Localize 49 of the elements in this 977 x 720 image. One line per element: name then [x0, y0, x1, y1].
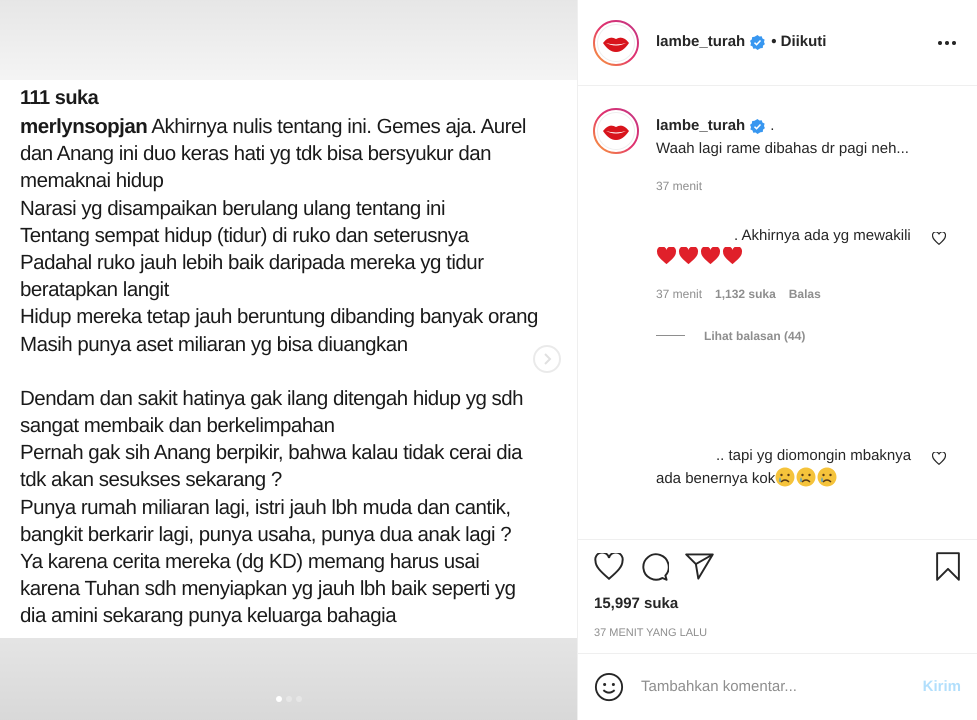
image-caption-line: merlynsopjan Akhirnya nulis tentang ini. Gemes aja. Aurel: [20, 114, 527, 140]
image-caption-line: karena Tuhan sdh menyiapkan yg jauh lbh baik seperti yg: [20, 576, 517, 602]
image-caption-line: Punya rumah miliaran lagi, istri jauh lbh muda dan cantik,: [20, 494, 512, 521]
more-options-icon[interactable]: [937, 40, 957, 46]
heart-emoji-icon: [656, 246, 677, 264]
caption-text: Waah lagi rame dibahas dr pagi neh...: [656, 138, 909, 158]
image-caption-line: beratapkan langit: [20, 277, 170, 304]
image-caption-line: memaknai hidup: [20, 168, 164, 194]
image-caption-line: Masih punya aset miliaran yg bisa diuangkan: [20, 332, 409, 358]
comment-icon[interactable]: [640, 552, 669, 581]
image-caption-line: Hidup mereka tetap jauh beruntung dibanding banyak orang: [20, 304, 539, 330]
image-caption-line: Pernah gak sih Anang berpikir, bahwa kalau tidak cerai dia: [20, 440, 524, 466]
like-comment-icon[interactable]: [932, 232, 946, 244]
crying-face-emoji-icon: [775, 466, 796, 486]
image-caption-line: dan Anang ini duo keras hati yg tdk bisa bersyukur dan: [20, 141, 492, 168]
like-count[interactable]: 15,997 suka: [594, 593, 961, 616]
send-icon[interactable]: [685, 553, 714, 580]
caption-suffix: .: [770, 116, 774, 136]
image-caption-line: Tentang sempat hidup (tidur) di ruko dan seterusnya: [20, 222, 470, 249]
heart-emoji-icon: [722, 246, 743, 264]
image-like-count: 111 suka: [20, 86, 100, 111]
comment-input[interactable]: Tambahkan komentar...: [641, 676, 923, 698]
image-caption-line: Dendam dan sakit hatinya gak ilang ditengah hidup yg sdh: [20, 386, 524, 412]
crying-face-emoji-icon: [817, 466, 838, 486]
caption-time: 37 menit: [656, 178, 704, 194]
post-timestamp: 37 MENIT YANG LALU: [594, 626, 708, 640]
heart-emoji-icon: [678, 246, 699, 264]
image-caption-line: Padahal ruko jauh lebih baik daripada mereka yg tidur: [20, 250, 485, 276]
emoji-icon[interactable]: [594, 672, 624, 702]
crying-face-emoji-icon: [796, 466, 816, 486]
comment-time: 37 menit: [656, 286, 702, 302]
avatar-icon[interactable]: [593, 108, 639, 154]
image-caption-line: tdk akan sesukses sekarang ?: [20, 467, 283, 494]
avatar-icon[interactable]: [593, 20, 639, 66]
bookmark-icon[interactable]: [935, 552, 961, 581]
header-username[interactable]: lambe_turah: [656, 31, 746, 54]
image-caption-line: dia amini sekarang punya keluarga bahagia: [20, 603, 398, 630]
like-icon[interactable]: [594, 553, 624, 580]
heart-emoji-icon: [700, 246, 721, 264]
follow-status[interactable]: • Diikuti: [771, 31, 826, 54]
caption-username[interactable]: lambe_turah: [656, 115, 746, 138]
image-caption-line: bangkit berkarir lagi, punya usaha, punya dua anak lagi ?: [20, 522, 512, 548]
image-caption-line: Narasi yg disampaikan berulang ulang tentang ini: [20, 196, 446, 222]
image-caption-line: Ya karena cerita mereka (dg KD) memang harus usai: [20, 549, 480, 576]
comment-text: .. tapi yg diomongin mbaknya ada benernya kok: [656, 446, 912, 488]
chevron-right-icon: [542, 353, 552, 365]
like-comment-icon[interactable]: [932, 452, 946, 464]
image-caption-line: sangat membaik dan berkelimpahan: [20, 413, 336, 440]
comment-text: . Akhirnya ada yg mewakili: [656, 224, 914, 268]
